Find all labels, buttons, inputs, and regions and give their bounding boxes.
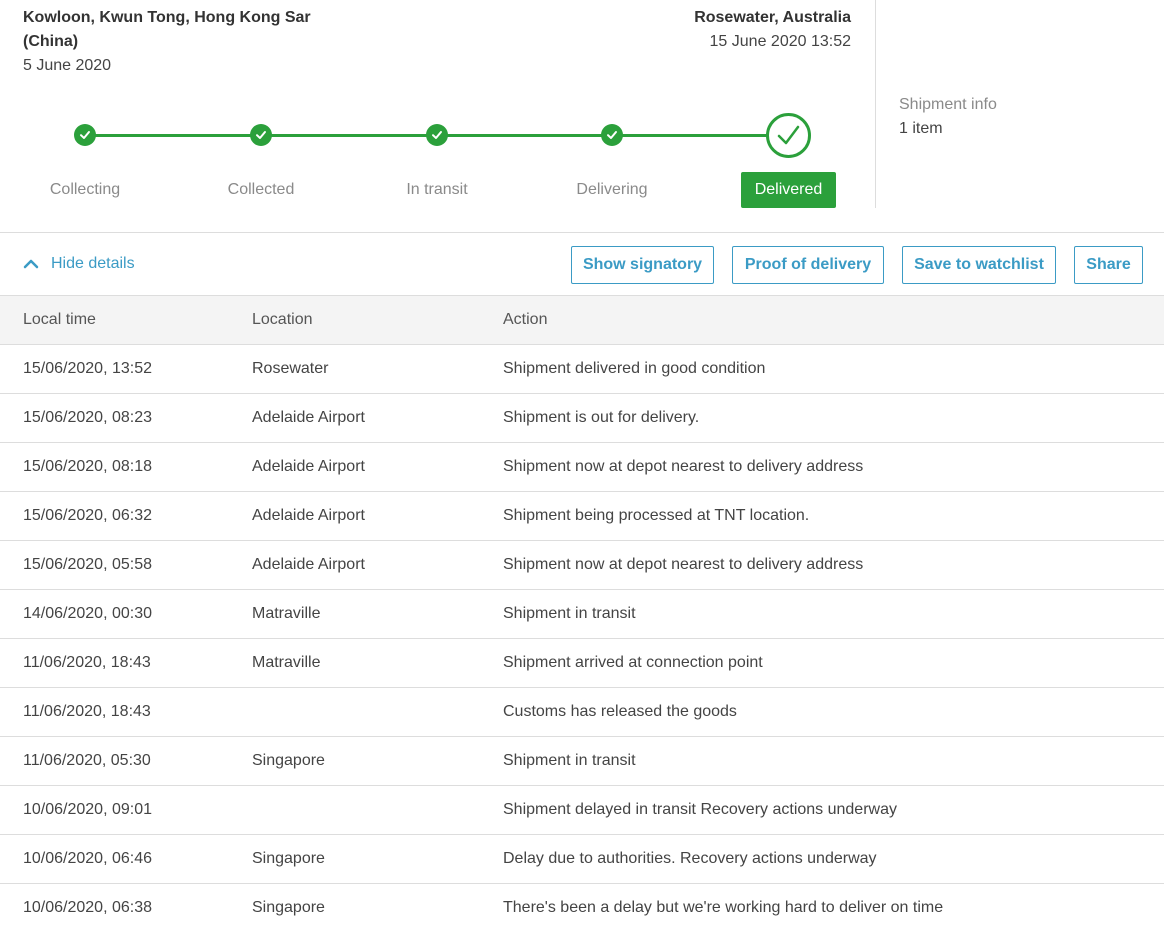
summary-divider xyxy=(875,0,876,208)
cell-local-time: 11/06/2020, 05:30 xyxy=(23,752,151,769)
step-delivered-check-icon xyxy=(766,113,811,158)
step-label-delivered-badge: Delivered xyxy=(741,172,836,208)
origin-place-country: (China) xyxy=(23,33,79,50)
cell-action: Shipment arrived at connection point xyxy=(503,654,763,671)
step-delivering-check-icon xyxy=(601,124,623,146)
chevron-up-icon xyxy=(23,259,39,269)
cell-action: Shipment delivered in good condition xyxy=(503,360,766,377)
cell-location: Singapore xyxy=(252,899,325,916)
shipment-info-value: 1 item xyxy=(899,120,943,137)
cell-action: There's been a delay but we're working h… xyxy=(503,899,944,916)
show-signatory-button[interactable]: Show signatory xyxy=(571,246,714,284)
cell-local-time: 11/06/2020, 18:43 xyxy=(23,703,151,720)
shipment-info: Shipment info 1 item xyxy=(899,94,997,142)
table-body: 15/06/2020, 13:52 Rosewater Shipment deliv… xyxy=(0,345,1164,929)
cell-action: Shipment being processed at TNT location… xyxy=(503,507,810,524)
save-to-watchlist-button[interactable]: Save to watchlist xyxy=(902,246,1056,284)
cell-action: Shipment in transit xyxy=(503,605,636,622)
step-collected-check-icon xyxy=(250,124,272,146)
destination-block: Rosewater, Australia 15 June 2020 13:52 xyxy=(511,6,851,54)
table-row: 11/06/2020, 18:43 Matraville Shipment arri… xyxy=(0,639,1164,688)
actions-bar: Hide details Show signatory Proof of del… xyxy=(0,232,1164,296)
cell-action: Delay due to authorities. Recovery actio… xyxy=(503,850,877,867)
cell-location: Matraville xyxy=(252,605,321,622)
cell-location: Singapore xyxy=(252,850,325,867)
table-row: 10/06/2020, 09:01 Shipment delayed in tra… xyxy=(0,786,1164,835)
cell-action: Shipment in transit xyxy=(503,752,636,769)
step-label-delivering: Delivering xyxy=(576,181,648,198)
cell-local-time: 15/06/2020, 08:23 xyxy=(23,409,153,426)
table-row: 10/06/2020, 06:38 Singapore There's been a… xyxy=(0,884,1164,929)
tracking-history-table: Local time Location Action 15/06/2020, 1… xyxy=(0,295,1164,929)
shipment-summary: Kowloon, Kwun Tong, Hong Kong Sar (China… xyxy=(0,0,1164,232)
cell-local-time: 11/06/2020, 18:43 xyxy=(23,654,151,671)
step-label-in-transit: In transit xyxy=(406,181,468,198)
table-row: 14/06/2020, 00:30 Matraville Shipment in t… xyxy=(0,590,1164,639)
column-header-local-time: Local time xyxy=(23,311,96,328)
step-collecting-check-icon xyxy=(74,124,96,146)
cell-location: Adelaide Airport xyxy=(252,458,365,475)
cell-location: Matraville xyxy=(252,654,321,671)
cell-location: Singapore xyxy=(252,752,325,769)
cell-local-time: 15/06/2020, 06:32 xyxy=(23,507,153,524)
table-row: 15/06/2020, 13:52 Rosewater Shipment deliv… xyxy=(0,345,1164,394)
shipment-info-label: Shipment info xyxy=(899,96,997,113)
step-in-transit-check-icon xyxy=(426,124,448,146)
column-header-location: Location xyxy=(252,311,313,328)
cell-location: Rosewater xyxy=(252,360,329,377)
proof-of-delivery-button[interactable]: Proof of delivery xyxy=(732,246,884,284)
cell-location: Adelaide Airport xyxy=(252,409,365,426)
step-label-collected: Collected xyxy=(227,181,295,198)
cell-local-time: 15/06/2020, 05:58 xyxy=(23,556,153,573)
cell-local-time: 10/06/2020, 09:01 xyxy=(23,801,153,818)
cell-action: Shipment is out for delivery. xyxy=(503,409,700,426)
destination-date: 15 June 2020 13:52 xyxy=(709,33,851,50)
table-row: 11/06/2020, 18:43 Customs has released th… xyxy=(0,688,1164,737)
cell-local-time: 14/06/2020, 00:30 xyxy=(23,605,153,622)
table-row: 15/06/2020, 08:23 Adelaide Airport Shipmen… xyxy=(0,394,1164,443)
table-header: Local time Location Action xyxy=(0,295,1164,345)
cell-action: Customs has released the goods xyxy=(503,703,737,720)
table-row: 15/06/2020, 06:32 Adelaide Airport Shipmen… xyxy=(0,492,1164,541)
step-label-collecting: Collecting xyxy=(49,181,121,198)
cell-local-time: 15/06/2020, 08:18 xyxy=(23,458,153,475)
cell-action: Shipment delayed in transit Recovery act… xyxy=(503,801,897,818)
cell-local-time: 15/06/2020, 13:52 xyxy=(23,360,153,377)
column-header-action: Action xyxy=(503,311,548,328)
cell-action: Shipment now at depot nearest to deliver… xyxy=(503,556,864,573)
destination-place: Rosewater, Australia xyxy=(694,9,851,26)
cell-location: Adelaide Airport xyxy=(252,507,365,524)
share-button[interactable]: Share xyxy=(1074,246,1143,284)
cell-location: Adelaide Airport xyxy=(252,556,365,573)
origin-date: 5 June 2020 xyxy=(23,57,112,74)
table-row: 10/06/2020, 06:46 Singapore Delay due to a… xyxy=(0,835,1164,884)
hide-details-toggle[interactable]: Hide details xyxy=(23,253,135,275)
origin-place: Kowloon, Kwun Tong, Hong Kong Sar xyxy=(23,9,311,26)
table-row: 15/06/2020, 08:18 Adelaide Airport Shipmen… xyxy=(0,443,1164,492)
cell-action: Shipment now at depot nearest to deliver… xyxy=(503,458,864,475)
cell-local-time: 10/06/2020, 06:38 xyxy=(23,899,153,916)
table-row: 15/06/2020, 05:58 Adelaide Airport Shipmen… xyxy=(0,541,1164,590)
origin-block: Kowloon, Kwun Tong, Hong Kong Sar (China… xyxy=(23,6,343,78)
table-row: 11/06/2020, 05:30 Singapore Shipment in tr… xyxy=(0,737,1164,786)
cell-local-time: 10/06/2020, 06:46 xyxy=(23,850,153,867)
hide-details-label: Hide details xyxy=(51,255,135,272)
